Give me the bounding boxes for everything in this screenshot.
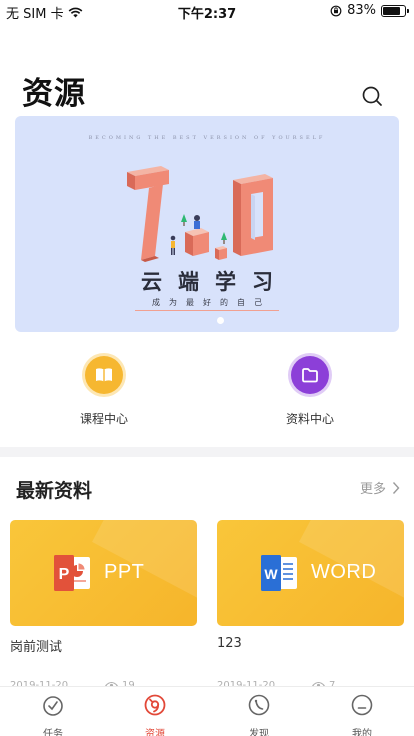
tab-task-label: 任务 — [43, 729, 63, 736]
word-file-icon: W — [261, 555, 297, 591]
card-title: 岗前测试 — [10, 640, 63, 655]
latest-section-title: 最新资料 — [16, 480, 93, 502]
book-icon — [96, 368, 112, 382]
svg-text:P: P — [59, 566, 70, 583]
chevron-right-icon — [392, 481, 400, 494]
more-link[interactable]: 更多 — [360, 478, 400, 497]
orientation-lock-icon — [330, 5, 342, 16]
more-label: 更多 — [359, 482, 386, 497]
bottom-tab-bar: 任务 资源 发现 我的 — [0, 686, 414, 736]
banner-underline — [135, 310, 279, 311]
task-icon — [43, 696, 63, 716]
tab-resource[interactable]: 资源 — [125, 693, 185, 736]
promo-banner[interactable]: BECOMING THE BEST VERSION OF YOURSELF 云端… — [15, 116, 399, 332]
banner-subtitle: 成为最好的自己 — [152, 298, 271, 307]
card-file-type: WORD — [311, 561, 377, 583]
battery-fill — [383, 6, 400, 15]
course-center-label: 课程中心 — [79, 412, 128, 426]
document-center-label: 资料中心 — [285, 412, 334, 426]
search-icon — [362, 86, 382, 106]
card-file-type: PPT — [104, 561, 145, 583]
course-center-button[interactable]: 课程中心 — [59, 356, 149, 427]
tab-discover-label: 发现 — [249, 729, 269, 736]
tab-mine[interactable]: 我的 — [332, 693, 392, 736]
ppt-file-icon: P — [54, 555, 90, 591]
banner-illustration — [127, 166, 273, 262]
banner-page-indicator[interactable] — [217, 317, 224, 324]
document-center-button[interactable]: 资料中心 — [265, 356, 355, 427]
section-divider — [0, 447, 414, 457]
battery-percent: 83% — [347, 3, 376, 18]
status-bar: 无 SIM 卡 下午2:37 83% — [0, 0, 414, 22]
profile-icon — [351, 694, 373, 716]
course-center-circle — [85, 356, 123, 394]
status-right: 83% — [330, 3, 409, 18]
resource-icon — [144, 694, 166, 716]
tab-task[interactable]: 任务 — [23, 693, 83, 736]
resource-card[interactable]: P PPT 岗前测试 2019-11-20 19 — [10, 520, 197, 691]
document-center-circle — [291, 356, 329, 394]
tab-mine-label: 我的 — [352, 729, 372, 736]
card-title: 123 — [217, 636, 242, 651]
tab-discover[interactable]: 发现 — [229, 693, 289, 736]
resource-card[interactable]: W WORD 123 2019-11-20 7 — [217, 520, 404, 691]
svg-text:W: W — [264, 566, 278, 582]
folder-icon — [302, 368, 318, 383]
banner-tagline: BECOMING THE BEST VERSION OF YOURSELF — [88, 135, 326, 141]
battery-icon — [381, 4, 409, 17]
discover-icon — [248, 694, 270, 716]
card-thumbnail: P PPT — [10, 520, 197, 626]
search-button[interactable] — [358, 82, 386, 110]
card-thumbnail: W WORD — [217, 520, 404, 626]
banner-headline: 云端学习 — [141, 270, 289, 294]
page-title: 资源 — [22, 76, 86, 112]
tab-resource-label: 资源 — [145, 729, 165, 736]
